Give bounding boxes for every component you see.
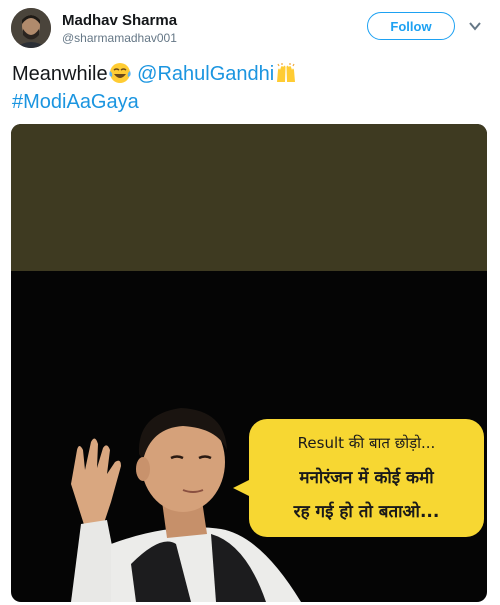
follow-button[interactable]: Follow xyxy=(367,12,455,40)
speech-bubble: Result की बात छोड़ो... मनोरंजन में कोई क… xyxy=(249,419,484,537)
bubble-text-line-3: रह गई हो तो बताओ... xyxy=(293,502,440,522)
display-name[interactable]: Madhav Sharma xyxy=(62,12,177,29)
tweet-text: Meanwhile @RahulGandhi #ModiAaGaya xyxy=(12,60,482,116)
tweet-card: Madhav Sharma @sharmamadhav001 Follow Me… xyxy=(0,0,500,605)
user-handle[interactable]: @sharmamadhav001 xyxy=(62,31,177,45)
media-image[interactable]: Result की बात छोड़ो... मनोरंजन में कोई क… xyxy=(11,124,487,602)
raising-hands-emoji-icon xyxy=(277,63,296,82)
avatar-photo xyxy=(11,8,51,48)
bubble-text-line-2: मनोरंजन में कोई कमी xyxy=(299,468,434,488)
tweet-text-line-2: #ModiAaGaya xyxy=(12,88,482,116)
tweet-header: Madhav Sharma @sharmamadhav001 Follow xyxy=(0,0,500,56)
mention-link[interactable]: @RahulGandhi xyxy=(137,63,274,85)
tweet-text-prefix: Meanwhile xyxy=(12,63,108,85)
tweet-text-line-1: Meanwhile @RahulGandhi xyxy=(12,60,482,88)
tears-of-joy-emoji-icon xyxy=(108,63,131,83)
bubble-text-line-1: Result की बात छोड़ो... xyxy=(297,434,436,452)
avatar[interactable] xyxy=(11,8,51,48)
chevron-down-icon[interactable] xyxy=(467,18,483,34)
hashtag-link[interactable]: #ModiAaGaya xyxy=(12,91,139,113)
